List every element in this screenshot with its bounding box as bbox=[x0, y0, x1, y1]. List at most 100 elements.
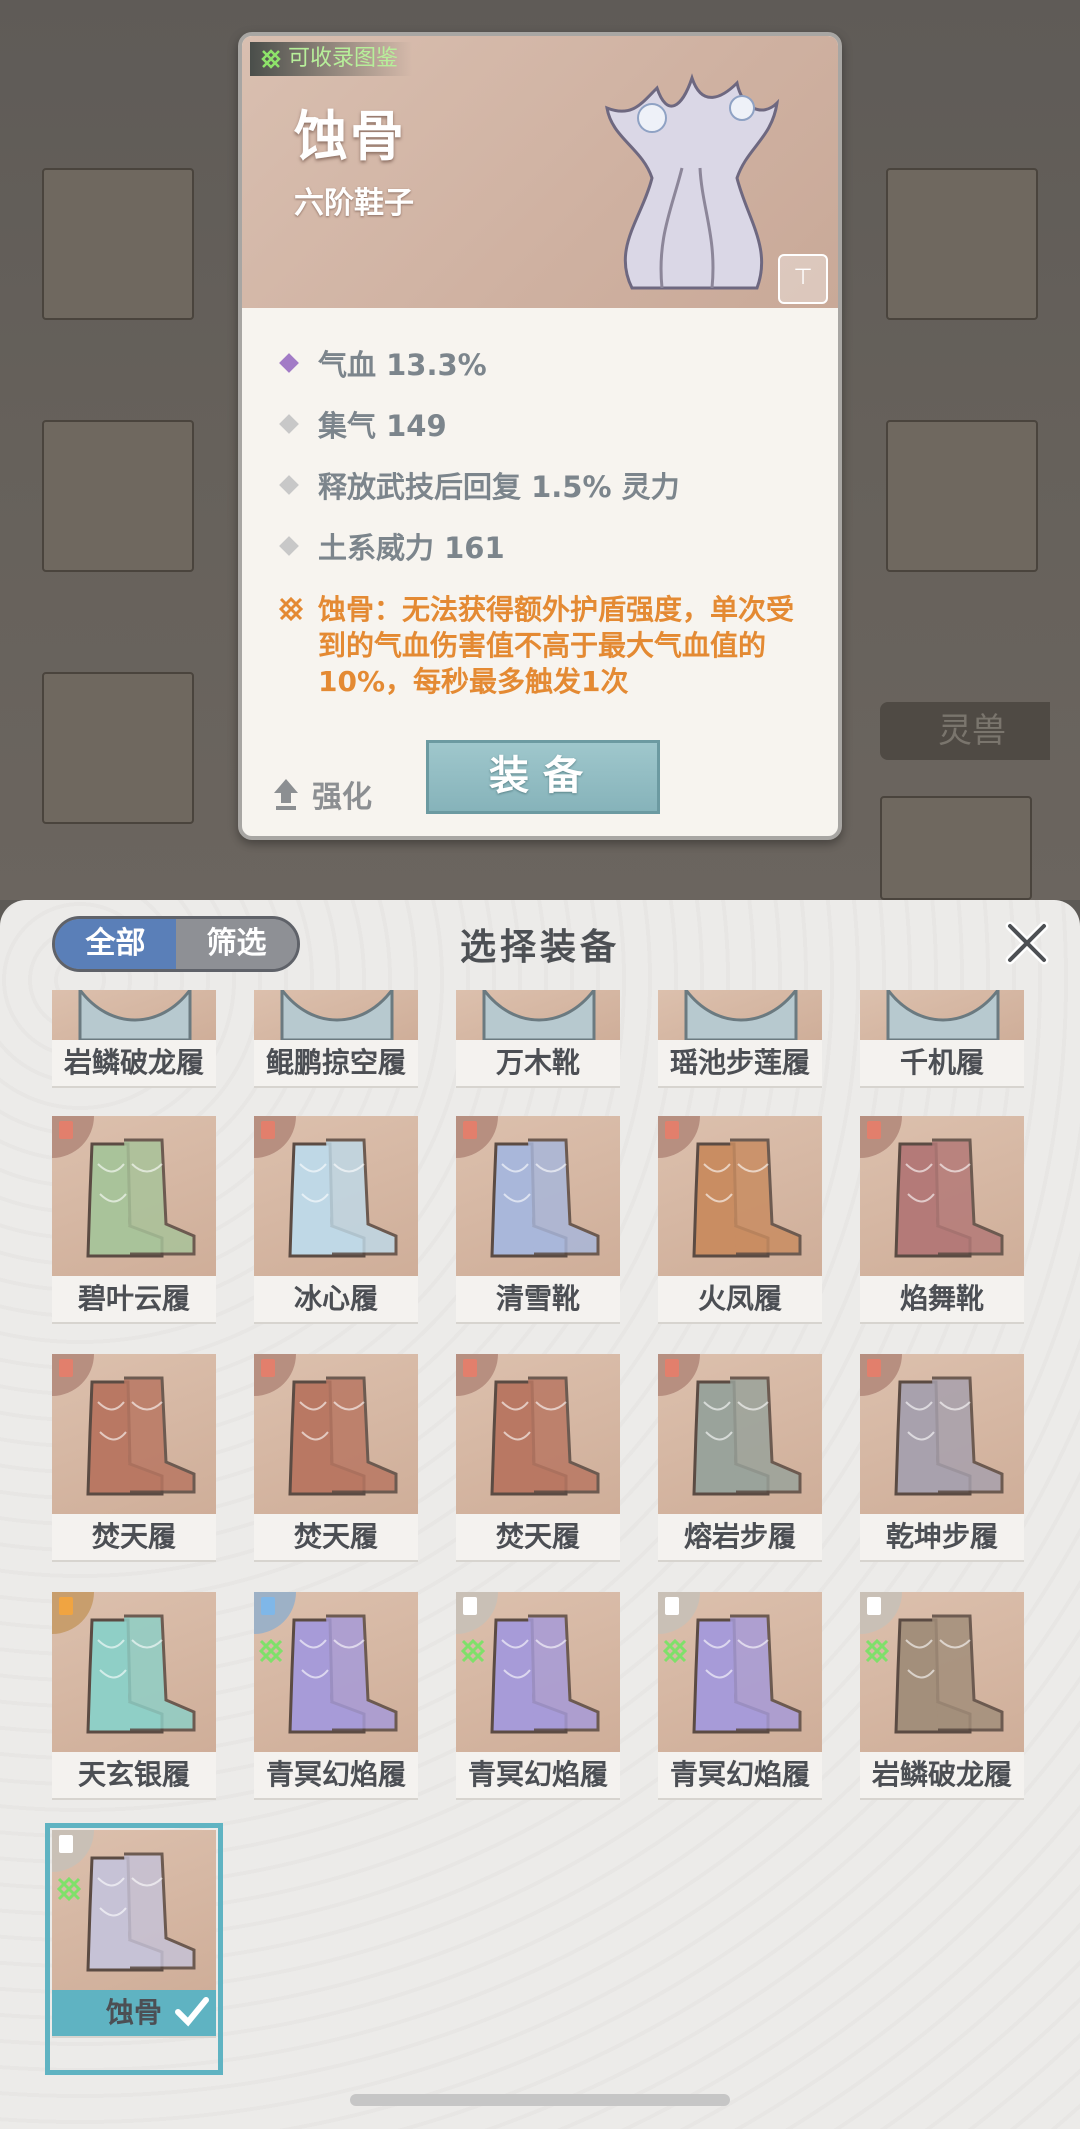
bg-equip-slot bbox=[886, 420, 1038, 572]
bg-equip-slot bbox=[880, 796, 1032, 900]
equipment-tile[interactable]: 碧叶云履 bbox=[52, 1116, 216, 1354]
tile-label: 碧叶云履 bbox=[52, 1276, 216, 1324]
collectible-label: 可收录图鉴 bbox=[288, 46, 399, 71]
home-indicator bbox=[350, 2094, 730, 2106]
tile-label: 清雪靴 bbox=[456, 1276, 620, 1324]
boot-artwork bbox=[280, 990, 394, 1040]
tile-image bbox=[52, 1830, 216, 1990]
boot-artwork bbox=[288, 1614, 398, 1734]
item-artwork bbox=[605, 73, 780, 290]
tile-label: 岩鳞破龙履 bbox=[52, 1040, 216, 1088]
diamond-icon bbox=[279, 474, 299, 495]
collectible-banner: 可收录图鉴 bbox=[250, 42, 413, 76]
tile-image bbox=[860, 1592, 1024, 1752]
diamond-icon bbox=[279, 535, 299, 556]
tile-image bbox=[860, 1116, 1024, 1276]
equipment-tile[interactable]: 清雪靴 bbox=[456, 1116, 620, 1354]
stat-text: 土系威力 161 bbox=[318, 530, 505, 565]
tile-image bbox=[52, 990, 216, 1040]
equipment-tile[interactable]: 焚天履 bbox=[456, 1354, 620, 1592]
equipment-tile[interactable]: 焰舞靴 bbox=[860, 1116, 1024, 1354]
tile-image bbox=[456, 1116, 620, 1276]
tile-image bbox=[456, 990, 620, 1040]
tile-image bbox=[658, 1354, 822, 1514]
tile-image bbox=[456, 1354, 620, 1514]
equipment-tile[interactable]: 天玄银履 bbox=[52, 1592, 216, 1830]
bg-equip-slot bbox=[42, 168, 194, 320]
boot-artwork bbox=[86, 1376, 196, 1496]
boot-artwork bbox=[288, 1376, 398, 1496]
tile-label: 天玄银履 bbox=[52, 1752, 216, 1800]
equipment-tile-selected[interactable]: 蚀骨 bbox=[45, 1823, 223, 2075]
stats-list: 气血 13.3% 集气 149 释放武技后回复 1.5% 灵力 土系威力 161… bbox=[276, 332, 816, 700]
tile-label: 岩鳞破龙履 bbox=[860, 1752, 1024, 1800]
equipment-tile[interactable]: 焚天履 bbox=[254, 1354, 418, 1592]
boot-artwork bbox=[692, 1376, 802, 1496]
special-effect-text: 蚀骨：无法获得额外护盾强度，单次受到的气血伤害值不高于最大气血值的10%，每秒最… bbox=[318, 593, 795, 698]
tile-label: 乾坤步履 bbox=[860, 1514, 1024, 1562]
equipment-selection-sheet: 全部 筛选 选择装备 岩鳞破龙履 鲲鹏掠空履 万木靴 瑶池步莲履 千机履 碧叶云履 冰心履清… bbox=[0, 900, 1080, 2129]
boot-artwork bbox=[86, 1852, 196, 1972]
tile-image bbox=[860, 990, 1024, 1040]
equipment-tile[interactable]: 青冥幻焰履 bbox=[456, 1592, 620, 1830]
boot-artwork bbox=[86, 1138, 196, 1258]
enhance-label: 强化 bbox=[312, 780, 372, 815]
equip-button[interactable]: 装备 bbox=[426, 740, 660, 814]
tile-image bbox=[254, 990, 418, 1040]
equipment-tile[interactable]: 青冥幻焰履 bbox=[658, 1592, 822, 1830]
enhance-button[interactable]: 强化 bbox=[272, 772, 372, 816]
tile-label: 青冥幻焰履 bbox=[658, 1752, 822, 1800]
tile-label: 青冥幻焰履 bbox=[254, 1752, 418, 1800]
stat-row: 气血 13.3% bbox=[276, 332, 816, 393]
item-header: 可收录图鉴 蚀骨 六阶鞋子 ⊤ bbox=[242, 36, 838, 308]
diamond-icon bbox=[279, 413, 299, 434]
stat-text: 集气 149 bbox=[318, 408, 447, 443]
equipment-tile[interactable]: 焚天履 bbox=[52, 1354, 216, 1592]
equipment-tile[interactable]: 岩鳞破龙履 bbox=[860, 1592, 1024, 1830]
bg-equip-slot bbox=[42, 420, 194, 572]
boot-artwork bbox=[490, 1138, 600, 1258]
tile-label: 焚天履 bbox=[52, 1514, 216, 1562]
boot-artwork bbox=[894, 1376, 1004, 1496]
tile-label: 火凤履 bbox=[658, 1276, 822, 1324]
set-knot-icon bbox=[56, 1876, 82, 1902]
stat-row: 释放武技后回复 1.5% 灵力 bbox=[276, 454, 816, 515]
equipment-grid: 岩鳞破龙履 鲲鹏掠空履 万木靴 瑶池步莲履 千机履 碧叶云履 冰心履 清雪靴 火凤履 焰舞靴 焚天履… bbox=[0, 900, 1080, 2129]
tile-label: 鲲鹏掠空履 bbox=[254, 1040, 418, 1088]
tile-image bbox=[658, 1116, 822, 1276]
boot-artwork bbox=[78, 990, 192, 1040]
boot-artwork bbox=[482, 990, 596, 1040]
set-knot-icon bbox=[460, 1638, 486, 1664]
tile-image bbox=[52, 1354, 216, 1514]
boot-artwork bbox=[684, 990, 798, 1040]
equipment-tile[interactable]: 冰心履 bbox=[254, 1116, 418, 1354]
spirit-beast-tab: 灵兽 bbox=[880, 702, 1050, 760]
stat-text: 释放武技后回复 1.5% 灵力 bbox=[318, 469, 680, 504]
tile-image bbox=[52, 1592, 216, 1752]
set-knot-icon bbox=[258, 1638, 284, 1664]
checkmark-icon bbox=[175, 1997, 209, 2027]
tile-label: 万木靴 bbox=[456, 1040, 620, 1088]
tile-label: 焚天履 bbox=[456, 1514, 620, 1562]
set-knot-icon bbox=[662, 1638, 688, 1664]
expand-icon[interactable]: ⊤ bbox=[778, 254, 828, 304]
stat-text: 气血 13.3% bbox=[318, 347, 487, 382]
equipment-tile[interactable]: 熔岩步履 bbox=[658, 1354, 822, 1592]
tile-label: 冰心履 bbox=[254, 1276, 418, 1324]
boot-artwork bbox=[86, 1614, 196, 1734]
equipment-tile[interactable]: 青冥幻焰履 bbox=[254, 1592, 418, 1830]
boot-artwork bbox=[886, 990, 1000, 1040]
bg-equip-slot bbox=[886, 168, 1038, 320]
up-arrow-icon bbox=[274, 779, 298, 810]
special-effect: 蚀骨：无法获得额外护盾强度，单次受到的气血伤害值不高于最大气血值的10%，每秒最… bbox=[276, 592, 816, 700]
set-knot-icon bbox=[278, 596, 304, 622]
tile-image bbox=[658, 1592, 822, 1752]
equipment-tile[interactable]: 火凤履 bbox=[658, 1116, 822, 1354]
tile-label: 瑶池步莲履 bbox=[658, 1040, 822, 1088]
tile-label: 焰舞靴 bbox=[860, 1276, 1024, 1324]
bg-equip-slot bbox=[42, 672, 194, 824]
set-knot-icon bbox=[864, 1638, 890, 1664]
diamond-icon bbox=[279, 352, 299, 373]
tile-image bbox=[456, 1592, 620, 1752]
equipment-tile[interactable]: 乾坤步履 bbox=[860, 1354, 1024, 1592]
